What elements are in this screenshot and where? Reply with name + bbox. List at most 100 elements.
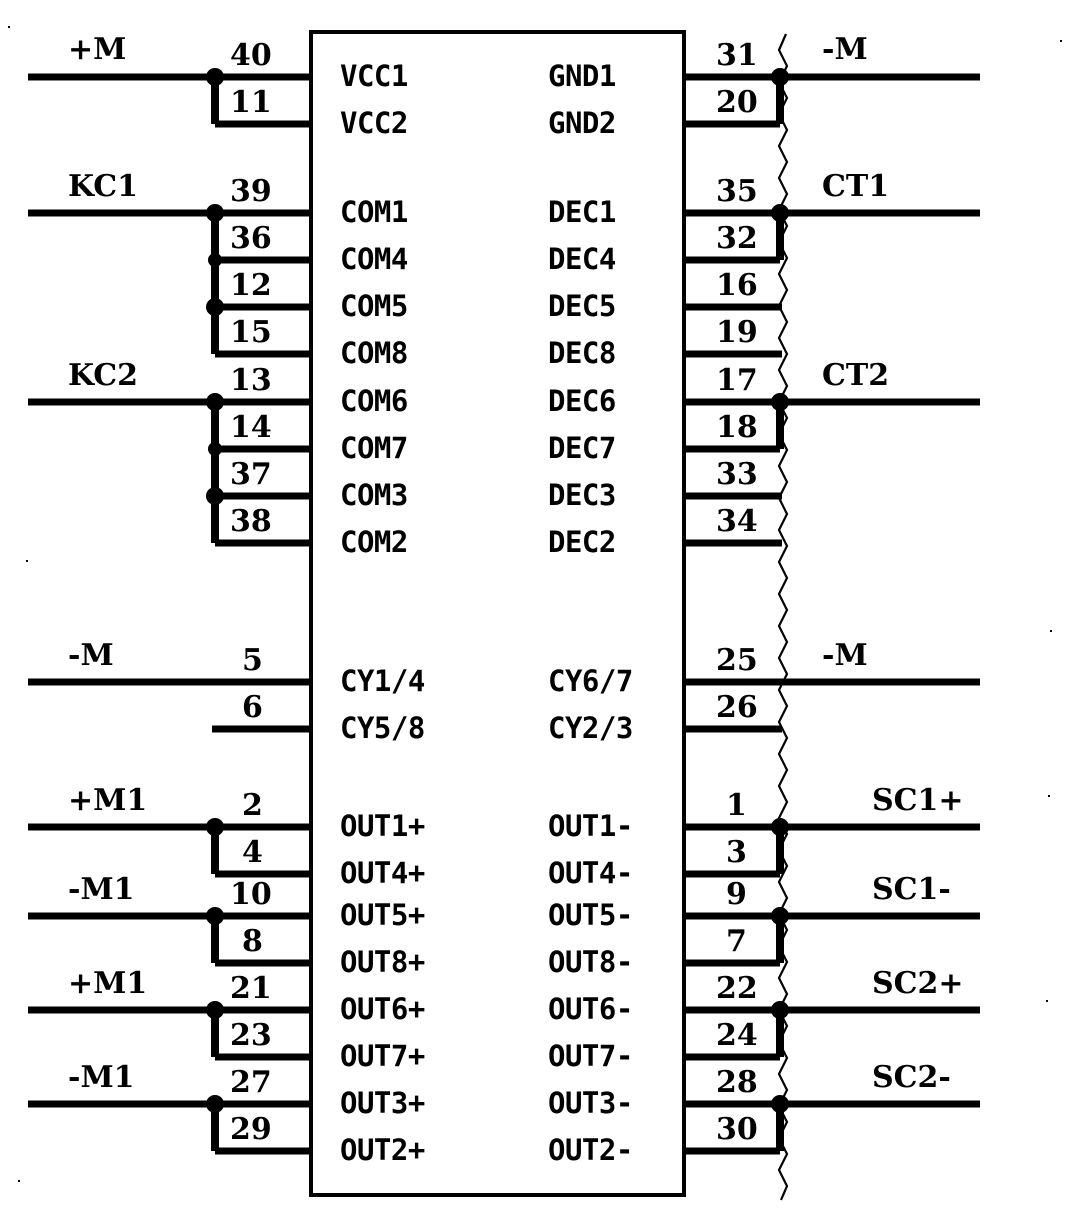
pin-number-left: 15 [230, 315, 272, 350]
junction-dot [206, 818, 224, 836]
chip-pin-label-right: OUT5- [548, 898, 633, 932]
chip-pin-label-right: DEC4 [548, 242, 616, 276]
pin-number-right: 32 [716, 221, 758, 256]
pin-number-left: 12 [230, 268, 272, 303]
pin-number-right: 7 [726, 924, 747, 959]
pin-number-left: 36 [230, 221, 272, 256]
wiring-layer [28, 30, 980, 1201]
chip-pin-label-left: COM5 [340, 289, 408, 323]
chip-pin-label-left: CY5/8 [340, 711, 425, 745]
chip-pin-label-right: DEC6 [548, 384, 616, 418]
chip-pin-label-left: OUT4+ [340, 856, 425, 890]
pin-number-right: 35 [716, 174, 758, 209]
chip-pin-label-left: VCC1 [340, 59, 408, 93]
chip-pin-label-left: OUT5+ [340, 898, 425, 932]
net-label-right: SC2- [872, 1060, 951, 1095]
junction-dot [206, 487, 224, 505]
chip-pin-label-left: VCC2 [340, 106, 408, 140]
junction-dot [771, 1001, 789, 1019]
chip-pin-label-right: DEC5 [548, 289, 616, 323]
junction-dot [771, 204, 789, 222]
pin-number-left: 39 [230, 174, 272, 209]
pin-number-right: 3 [726, 835, 747, 870]
chip-pin-label-left: COM3 [340, 478, 408, 512]
chip-pin-label-right: DEC7 [548, 431, 616, 465]
net-label-right: SC1- [872, 872, 951, 907]
net-label-left: -M1 [68, 872, 135, 907]
net-label-left: KC2 [68, 358, 139, 393]
pin-number-left: 14 [230, 410, 272, 445]
chip-pin-label-right: CY2/3 [548, 711, 633, 745]
chip-pin-label-right: OUT6- [548, 992, 633, 1026]
chip-pin-label-left: COM4 [340, 242, 408, 276]
junction-dot [206, 68, 224, 86]
net-label-right: SC1+ [872, 783, 964, 818]
chip-pin-label-right: GND1 [548, 59, 616, 93]
scan-speck [1060, 40, 1062, 42]
pin-number-right: 31 [716, 38, 758, 73]
pin-number-right: 22 [716, 971, 758, 1006]
chip-pin-label-right: DEC8 [548, 336, 616, 370]
junction-dot [206, 298, 224, 316]
pin-number-left: 21 [230, 971, 272, 1006]
chip-pin-label-left: COM8 [340, 336, 408, 370]
net-label-left: +M1 [68, 966, 148, 1001]
chip-pin-label-right: OUT1- [548, 809, 633, 843]
pin-number-right: 34 [716, 504, 758, 539]
pin-number-left: 11 [230, 85, 272, 120]
pin-number-right: 16 [716, 268, 758, 303]
pin-number-right: 26 [716, 690, 758, 725]
scan-speck [8, 26, 10, 28]
net-label-left: +M1 [68, 783, 148, 818]
net-label-left: -M [68, 638, 114, 673]
pin-number-right: 19 [716, 315, 758, 350]
chip-pin-label-left: OUT2+ [340, 1133, 425, 1167]
chip-pin-label-right: CY6/7 [548, 664, 633, 698]
net-label-right: -M [822, 638, 868, 673]
junction-dot [206, 907, 224, 925]
junction-dot [208, 253, 222, 267]
pin-number-left: 29 [230, 1112, 272, 1147]
pin-number-right: 17 [716, 363, 758, 398]
chip-pin-label-left: OUT7+ [340, 1039, 425, 1073]
junction-dot [771, 818, 789, 836]
chip-pin-label-right: DEC3 [548, 478, 616, 512]
net-label-left: KC1 [68, 169, 139, 204]
scan-speck [26, 560, 28, 562]
pin-number-right: 18 [716, 410, 758, 445]
pin-number-left: 10 [230, 877, 272, 912]
scan-speck [18, 1180, 20, 1182]
chip-pin-label-left: COM7 [340, 431, 408, 465]
chip-pin-label-right: OUT8- [548, 945, 633, 979]
chip-pin-label-left: OUT3+ [340, 1086, 425, 1120]
pin-number-right: 1 [726, 788, 747, 823]
chip-pin-label-left: OUT6+ [340, 992, 425, 1026]
scan-speck [1048, 795, 1050, 797]
chip-pin-label-right: DEC2 [548, 525, 616, 559]
net-label-right: CT2 [822, 358, 890, 393]
pin-number-left: 38 [230, 504, 272, 539]
scan-speck [1050, 630, 1052, 632]
net-label-right: -M [822, 32, 868, 67]
net-label-right: SC2+ [872, 966, 964, 1001]
chip-pin-label-left: COM6 [340, 384, 408, 418]
chip-pin-label-right: GND2 [548, 106, 616, 140]
scan-speck [1046, 1000, 1048, 1002]
pin-number-right: 25 [716, 643, 758, 678]
pin-number-left: 2 [242, 788, 263, 823]
pin-number-left: 6 [242, 690, 263, 725]
pin-number-right: 30 [716, 1112, 758, 1147]
chip-pin-label-left: OUT1+ [340, 809, 425, 843]
pin-number-left: 5 [242, 643, 263, 678]
junction-dot [771, 1095, 789, 1113]
pin-number-right: 24 [716, 1018, 758, 1053]
pin-number-left: 8 [242, 924, 263, 959]
junction-dot [206, 1001, 224, 1019]
net-label-right: CT1 [822, 169, 890, 204]
pin-number-left: 13 [230, 363, 272, 398]
schematic-canvas: VCC1 VCC2 COM1 COM4 COM5 COM8 COM6 COM7 … [0, 0, 1085, 1209]
net-label-left: -M1 [68, 1060, 135, 1095]
pin-number-right: 20 [716, 85, 758, 120]
chip-pin-label-left: COM2 [340, 525, 408, 559]
pin-number-left: 4 [242, 835, 263, 870]
